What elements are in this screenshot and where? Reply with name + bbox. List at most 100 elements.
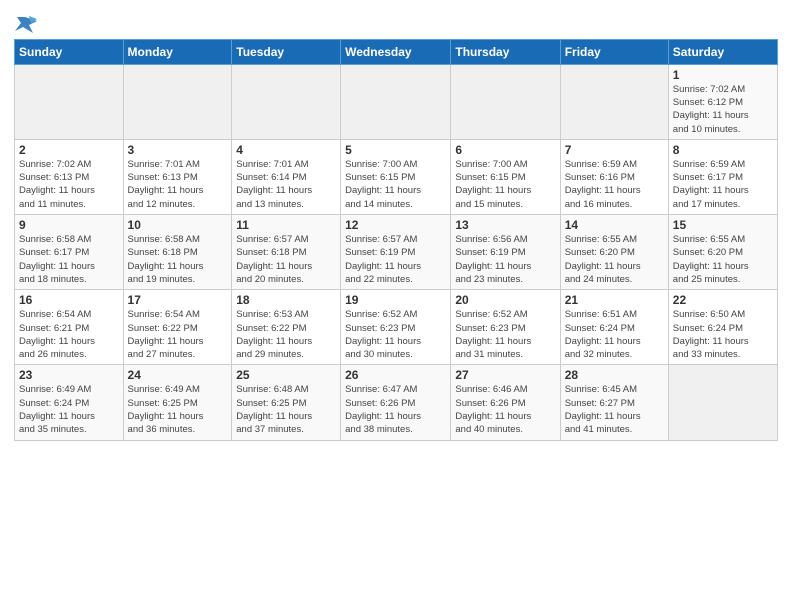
day-info: Sunrise: 6:59 AM Sunset: 6:17 PM Dayligh… (673, 158, 773, 211)
weekday-header-friday: Friday (560, 39, 668, 64)
calendar-cell: 26Sunrise: 6:47 AM Sunset: 6:26 PM Dayli… (341, 365, 451, 440)
day-info: Sunrise: 6:50 AM Sunset: 6:24 PM Dayligh… (673, 308, 773, 361)
calendar-cell: 5Sunrise: 7:00 AM Sunset: 6:15 PM Daylig… (341, 139, 451, 214)
day-info: Sunrise: 6:47 AM Sunset: 6:26 PM Dayligh… (345, 383, 446, 436)
logo-bird-icon (15, 15, 37, 33)
calendar-cell (560, 64, 668, 139)
calendar-cell: 2Sunrise: 7:02 AM Sunset: 6:13 PM Daylig… (15, 139, 124, 214)
calendar-cell: 21Sunrise: 6:51 AM Sunset: 6:24 PM Dayli… (560, 290, 668, 365)
day-info: Sunrise: 6:45 AM Sunset: 6:27 PM Dayligh… (565, 383, 664, 436)
day-number: 6 (455, 143, 555, 157)
calendar-cell: 17Sunrise: 6:54 AM Sunset: 6:22 PM Dayli… (123, 290, 232, 365)
day-number: 2 (19, 143, 119, 157)
calendar-cell (15, 64, 124, 139)
day-number: 4 (236, 143, 336, 157)
weekday-header-wednesday: Wednesday (341, 39, 451, 64)
calendar-cell (668, 365, 777, 440)
day-info: Sunrise: 6:52 AM Sunset: 6:23 PM Dayligh… (455, 308, 555, 361)
day-info: Sunrise: 7:01 AM Sunset: 6:14 PM Dayligh… (236, 158, 336, 211)
calendar-cell: 1Sunrise: 7:02 AM Sunset: 6:12 PM Daylig… (668, 64, 777, 139)
calendar-cell: 8Sunrise: 6:59 AM Sunset: 6:17 PM Daylig… (668, 139, 777, 214)
day-number: 21 (565, 293, 664, 307)
calendar-cell (341, 64, 451, 139)
day-number: 12 (345, 218, 446, 232)
day-number: 27 (455, 368, 555, 382)
calendar-cell: 22Sunrise: 6:50 AM Sunset: 6:24 PM Dayli… (668, 290, 777, 365)
day-number: 10 (128, 218, 228, 232)
day-info: Sunrise: 6:58 AM Sunset: 6:17 PM Dayligh… (19, 233, 119, 286)
calendar-cell: 13Sunrise: 6:56 AM Sunset: 6:19 PM Dayli… (451, 215, 560, 290)
day-number: 26 (345, 368, 446, 382)
day-info: Sunrise: 6:58 AM Sunset: 6:18 PM Dayligh… (128, 233, 228, 286)
day-number: 1 (673, 68, 773, 82)
day-info: Sunrise: 6:59 AM Sunset: 6:16 PM Dayligh… (565, 158, 664, 211)
day-info: Sunrise: 6:49 AM Sunset: 6:25 PM Dayligh… (128, 383, 228, 436)
day-number: 3 (128, 143, 228, 157)
calendar-cell (451, 64, 560, 139)
day-number: 22 (673, 293, 773, 307)
day-number: 25 (236, 368, 336, 382)
day-number: 14 (565, 218, 664, 232)
day-number: 17 (128, 293, 228, 307)
day-info: Sunrise: 6:56 AM Sunset: 6:19 PM Dayligh… (455, 233, 555, 286)
calendar-cell: 18Sunrise: 6:53 AM Sunset: 6:22 PM Dayli… (232, 290, 341, 365)
calendar-cell: 20Sunrise: 6:52 AM Sunset: 6:23 PM Dayli… (451, 290, 560, 365)
logo (14, 14, 37, 33)
day-number: 5 (345, 143, 446, 157)
day-info: Sunrise: 7:00 AM Sunset: 6:15 PM Dayligh… (455, 158, 555, 211)
day-info: Sunrise: 6:49 AM Sunset: 6:24 PM Dayligh… (19, 383, 119, 436)
day-number: 16 (19, 293, 119, 307)
day-number: 24 (128, 368, 228, 382)
calendar-cell: 15Sunrise: 6:55 AM Sunset: 6:20 PM Dayli… (668, 215, 777, 290)
calendar-cell: 4Sunrise: 7:01 AM Sunset: 6:14 PM Daylig… (232, 139, 341, 214)
day-info: Sunrise: 6:54 AM Sunset: 6:22 PM Dayligh… (128, 308, 228, 361)
day-number: 11 (236, 218, 336, 232)
calendar-cell: 11Sunrise: 6:57 AM Sunset: 6:18 PM Dayli… (232, 215, 341, 290)
day-info: Sunrise: 7:02 AM Sunset: 6:12 PM Dayligh… (673, 83, 773, 136)
day-number: 13 (455, 218, 555, 232)
day-info: Sunrise: 6:51 AM Sunset: 6:24 PM Dayligh… (565, 308, 664, 361)
calendar-cell: 3Sunrise: 7:01 AM Sunset: 6:13 PM Daylig… (123, 139, 232, 214)
weekday-header-saturday: Saturday (668, 39, 777, 64)
day-info: Sunrise: 6:53 AM Sunset: 6:22 PM Dayligh… (236, 308, 336, 361)
calendar-cell: 9Sunrise: 6:58 AM Sunset: 6:17 PM Daylig… (15, 215, 124, 290)
calendar-table: SundayMondayTuesdayWednesdayThursdayFrid… (14, 39, 778, 441)
day-number: 20 (455, 293, 555, 307)
day-info: Sunrise: 6:52 AM Sunset: 6:23 PM Dayligh… (345, 308, 446, 361)
weekday-header-sunday: Sunday (15, 39, 124, 64)
day-number: 7 (565, 143, 664, 157)
day-number: 8 (673, 143, 773, 157)
calendar-cell: 27Sunrise: 6:46 AM Sunset: 6:26 PM Dayli… (451, 365, 560, 440)
day-number: 19 (345, 293, 446, 307)
day-info: Sunrise: 7:02 AM Sunset: 6:13 PM Dayligh… (19, 158, 119, 211)
day-info: Sunrise: 6:48 AM Sunset: 6:25 PM Dayligh… (236, 383, 336, 436)
calendar-cell: 28Sunrise: 6:45 AM Sunset: 6:27 PM Dayli… (560, 365, 668, 440)
weekday-header-tuesday: Tuesday (232, 39, 341, 64)
day-info: Sunrise: 6:57 AM Sunset: 6:19 PM Dayligh… (345, 233, 446, 286)
day-number: 9 (19, 218, 119, 232)
calendar-cell: 7Sunrise: 6:59 AM Sunset: 6:16 PM Daylig… (560, 139, 668, 214)
calendar-cell: 12Sunrise: 6:57 AM Sunset: 6:19 PM Dayli… (341, 215, 451, 290)
calendar-cell: 16Sunrise: 6:54 AM Sunset: 6:21 PM Dayli… (15, 290, 124, 365)
calendar-cell: 23Sunrise: 6:49 AM Sunset: 6:24 PM Dayli… (15, 365, 124, 440)
day-info: Sunrise: 6:57 AM Sunset: 6:18 PM Dayligh… (236, 233, 336, 286)
calendar-page: SundayMondayTuesdayWednesdayThursdayFrid… (0, 0, 792, 612)
day-number: 18 (236, 293, 336, 307)
calendar-cell: 6Sunrise: 7:00 AM Sunset: 6:15 PM Daylig… (451, 139, 560, 214)
calendar-cell: 14Sunrise: 6:55 AM Sunset: 6:20 PM Dayli… (560, 215, 668, 290)
day-info: Sunrise: 7:01 AM Sunset: 6:13 PM Dayligh… (128, 158, 228, 211)
header (14, 10, 778, 33)
day-info: Sunrise: 6:55 AM Sunset: 6:20 PM Dayligh… (565, 233, 664, 286)
calendar-cell (232, 64, 341, 139)
calendar-cell: 10Sunrise: 6:58 AM Sunset: 6:18 PM Dayli… (123, 215, 232, 290)
weekday-header-thursday: Thursday (451, 39, 560, 64)
day-info: Sunrise: 6:54 AM Sunset: 6:21 PM Dayligh… (19, 308, 119, 361)
calendar-cell: 19Sunrise: 6:52 AM Sunset: 6:23 PM Dayli… (341, 290, 451, 365)
calendar-cell (123, 64, 232, 139)
day-number: 15 (673, 218, 773, 232)
calendar-cell: 24Sunrise: 6:49 AM Sunset: 6:25 PM Dayli… (123, 365, 232, 440)
calendar-cell: 25Sunrise: 6:48 AM Sunset: 6:25 PM Dayli… (232, 365, 341, 440)
day-number: 23 (19, 368, 119, 382)
day-info: Sunrise: 6:46 AM Sunset: 6:26 PM Dayligh… (455, 383, 555, 436)
day-info: Sunrise: 6:55 AM Sunset: 6:20 PM Dayligh… (673, 233, 773, 286)
